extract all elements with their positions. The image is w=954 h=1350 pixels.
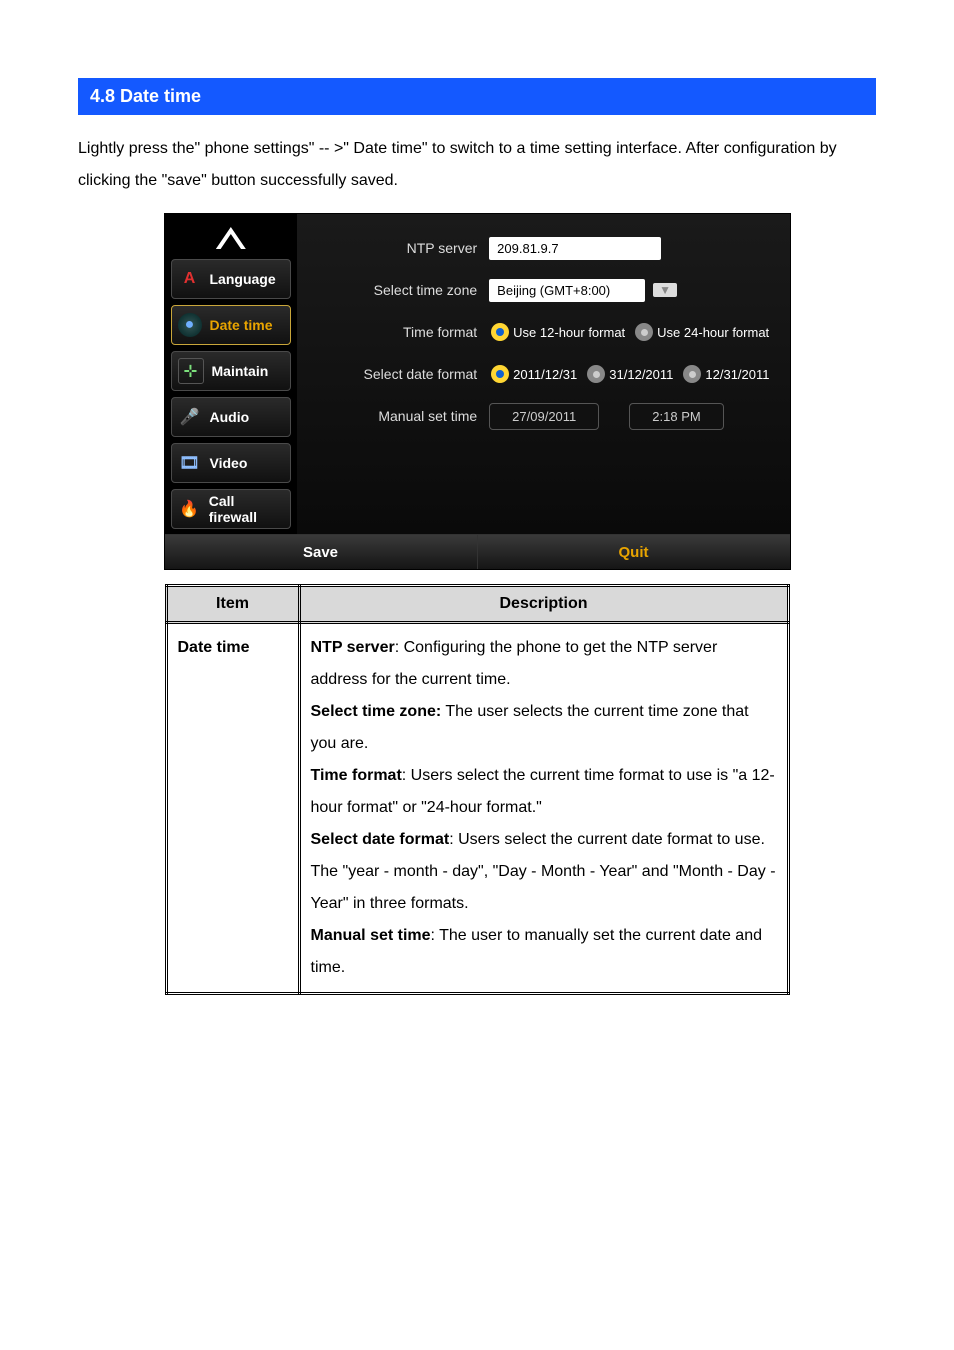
- time-format-label: Time format: [307, 324, 489, 340]
- desc-datefmt-bold: Select date format: [311, 831, 450, 848]
- sidebar-item-date-time[interactable]: ● Date time: [171, 305, 292, 345]
- radio-12h-label: Use 12-hour format: [513, 325, 625, 340]
- desc-manual-bold: Manual set time: [311, 927, 431, 944]
- timezone-label: Select time zone: [307, 282, 489, 298]
- manual-set-label: Manual set time: [307, 408, 489, 424]
- manual-date-input[interactable]: 27/09/2011: [489, 403, 599, 430]
- clock-icon: ●: [178, 313, 202, 337]
- desc-tz-bold: Select time zone:: [311, 703, 442, 720]
- timezone-select[interactable]: Beijing (GMT+8:00): [489, 279, 645, 302]
- arrow-up-icon: [216, 227, 246, 249]
- radio-date-ymd[interactable]: [491, 365, 509, 383]
- chevron-down-icon[interactable]: ▼: [653, 283, 677, 297]
- sidebar-item-call-firewall[interactable]: 🔥 Call firewall: [171, 489, 292, 529]
- settings-panel: NTP server 209.81.9.7 Select time zone B…: [297, 214, 789, 534]
- sidebar-item-label: Call firewall: [209, 493, 284, 525]
- sidebar-item-video[interactable]: 🎞 Video: [171, 443, 292, 483]
- firewall-icon: 🔥: [178, 497, 201, 521]
- language-icon: A: [178, 267, 202, 291]
- save-button[interactable]: Save: [165, 535, 478, 569]
- sidebar: A Language ● Date time ⊹ Maintain 🎤 Audi…: [165, 214, 298, 534]
- sidebar-item-label: Audio: [210, 409, 250, 425]
- cell-description: NTP server: Configuring the phone to get…: [299, 623, 788, 994]
- radio-date-ymd-label: 2011/12/31: [513, 367, 577, 382]
- intro-text: Lightly press the" phone settings" -- >"…: [78, 133, 876, 197]
- sidebar-item-label: Maintain: [212, 363, 269, 379]
- sidebar-item-audio[interactable]: 🎤 Audio: [171, 397, 292, 437]
- section-title: 4.8 Date time: [78, 78, 876, 115]
- quit-button[interactable]: Quit: [478, 535, 790, 569]
- maintain-icon: ⊹: [178, 358, 204, 384]
- radio-date-dmy[interactable]: [587, 365, 605, 383]
- ntp-label: NTP server: [307, 240, 489, 256]
- sidebar-item-label: Video: [210, 455, 248, 471]
- th-desc: Description: [299, 586, 788, 623]
- sidebar-scroll-up[interactable]: [165, 220, 298, 256]
- ntp-server-input[interactable]: 209.81.9.7: [489, 237, 661, 260]
- film-icon: 🎞: [178, 451, 202, 475]
- manual-time-input[interactable]: 2:18 PM: [629, 403, 723, 430]
- desc-timefmt-bold: Time format: [311, 767, 402, 784]
- radio-24h[interactable]: [635, 323, 653, 341]
- timezone-value: Beijing (GMT+8:00): [497, 283, 610, 298]
- radio-date-mdy-label: 12/31/2011: [705, 367, 769, 382]
- desc-ntp-bold: NTP server: [311, 639, 395, 656]
- radio-12h[interactable]: [491, 323, 509, 341]
- sidebar-item-maintain[interactable]: ⊹ Maintain: [171, 351, 292, 391]
- footer-bar: Save Quit: [165, 534, 790, 569]
- description-table: Item Description Date time NTP server: C…: [165, 584, 790, 995]
- microphone-icon: 🎤: [178, 405, 202, 429]
- th-item: Item: [166, 586, 299, 623]
- save-label: Save: [303, 544, 338, 561]
- sidebar-item-label: Language: [210, 271, 276, 287]
- date-format-label: Select date format: [307, 366, 489, 382]
- radio-date-dmy-label: 31/12/2011: [609, 367, 673, 382]
- sidebar-item-label: Date time: [210, 317, 273, 333]
- quit-label: Quit: [619, 544, 649, 561]
- sidebar-item-language[interactable]: A Language: [171, 259, 292, 299]
- cell-item: Date time: [166, 623, 299, 994]
- radio-24h-label: Use 24-hour format: [657, 325, 769, 340]
- radio-date-mdy[interactable]: [683, 365, 701, 383]
- settings-screenshot: A Language ● Date time ⊹ Maintain 🎤 Audi…: [164, 213, 791, 570]
